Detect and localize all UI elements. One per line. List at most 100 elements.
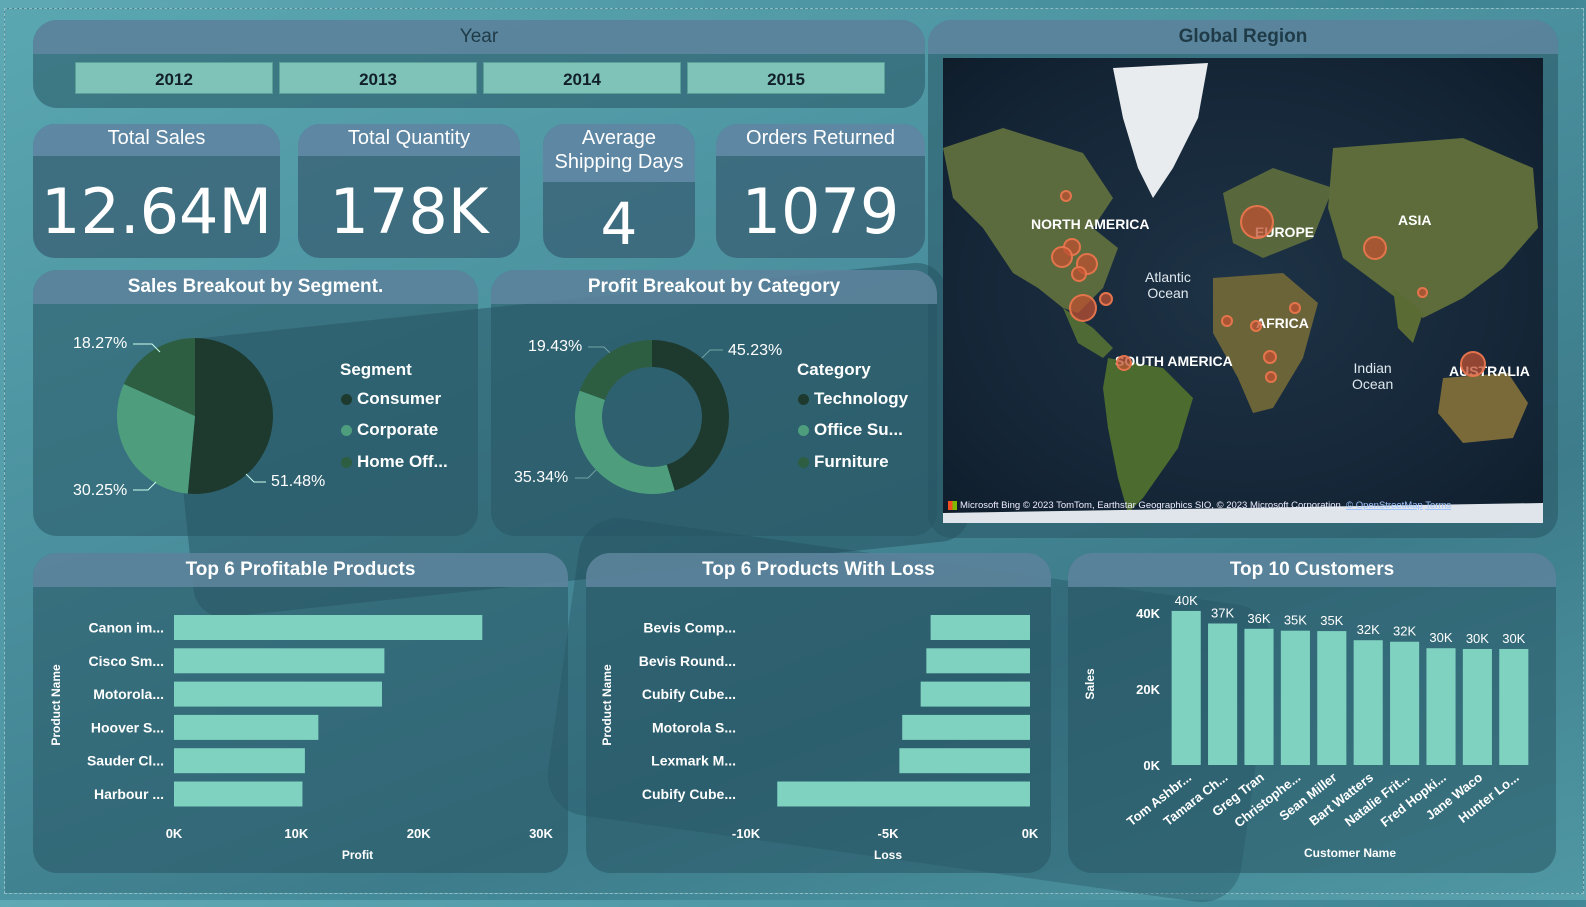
year-button-2014[interactable]: 2014 xyxy=(483,62,681,94)
legend-dot xyxy=(341,457,352,469)
bar[interactable] xyxy=(1317,631,1347,765)
map-bubble[interactable] xyxy=(1051,246,1073,268)
category-tick-label: Lexmark M... xyxy=(651,753,736,769)
kpi-label-line2: Shipping Days xyxy=(554,151,684,173)
world-map[interactable]: NORTH AMERICA EUROPE ASIA AFRICA SOUTH A… xyxy=(943,58,1543,523)
map-bubble[interactable] xyxy=(1069,294,1097,322)
bing-logo-icon xyxy=(948,500,957,510)
map-bubble[interactable] xyxy=(1240,205,1274,239)
map-bubble[interactable] xyxy=(1363,236,1387,260)
map-bubble[interactable] xyxy=(1060,190,1072,202)
legend-dot xyxy=(798,457,809,469)
segment-chart-title: Sales Breakout by Segment. xyxy=(33,270,478,304)
year-button-2013[interactable]: 2013 xyxy=(279,62,477,94)
data-label: 30K xyxy=(1466,631,1489,646)
map-bubble[interactable] xyxy=(1265,371,1277,383)
map-label-north-america: NORTH AMERICA xyxy=(1031,216,1150,232)
kpi-value: 12.64M xyxy=(41,175,272,248)
bar[interactable] xyxy=(1462,648,1492,765)
map-bubble[interactable] xyxy=(1263,350,1277,364)
bar[interactable] xyxy=(1426,648,1456,765)
map-bubble[interactable] xyxy=(1099,292,1113,306)
category-tick-label: Cisco Sm... xyxy=(89,653,164,669)
legend-item-home-office[interactable]: Home Off... xyxy=(341,452,448,472)
bar[interactable] xyxy=(1244,628,1274,765)
bar[interactable] xyxy=(930,615,1030,640)
map-bubble[interactable] xyxy=(1221,315,1233,327)
bar[interactable] xyxy=(899,748,1030,774)
kpi-value: 178K xyxy=(329,175,489,248)
pie-slice-consumer[interactable] xyxy=(187,338,273,494)
kpi-label: Total Sales xyxy=(33,124,280,156)
category-tick-label: Hoover S... xyxy=(91,719,164,735)
bar[interactable] xyxy=(926,648,1030,674)
category-donut-chart[interactable] xyxy=(573,338,731,496)
bar[interactable] xyxy=(174,615,483,640)
kpi-value: 1079 xyxy=(741,175,900,248)
openstreetmap-link[interactable]: © OpenStreetMap xyxy=(1346,500,1423,511)
x-tick-label: 0K xyxy=(1022,826,1039,841)
bar[interactable] xyxy=(1353,640,1383,765)
legend-item-corporate[interactable]: Corporate xyxy=(341,420,438,440)
kpi-total-quantity: Total Quantity 178K xyxy=(298,124,520,258)
legend-label: Corporate xyxy=(357,420,439,439)
bar[interactable] xyxy=(174,648,385,674)
bar[interactable] xyxy=(777,781,1030,807)
kpi-orders-returned: Orders Returned 1079 xyxy=(716,124,925,258)
profitable-products-bar-chart[interactable]: Canon im... Cisco Sm... Motorola... Hoover … xyxy=(33,590,568,870)
map-bubble[interactable] xyxy=(1116,355,1132,371)
bar[interactable] xyxy=(1390,641,1420,765)
x-tick-label: 0K xyxy=(166,826,183,841)
data-label: 32K xyxy=(1357,622,1380,637)
category-tick-label: Cubify Cube... xyxy=(642,686,736,702)
data-label: 30K xyxy=(1502,631,1525,646)
legend-label: Technology xyxy=(814,389,909,408)
map-bubble[interactable] xyxy=(1071,266,1087,282)
bar[interactable] xyxy=(174,781,303,807)
map-bubble[interactable] xyxy=(1289,302,1301,314)
bar[interactable] xyxy=(1171,610,1201,765)
map-landmass xyxy=(943,63,1543,523)
terms-link[interactable]: Terms xyxy=(1425,500,1451,511)
top-customers-bar-chart[interactable]: 0K20K40K40KTom Ashbr...37KTamara Ch...36… xyxy=(1068,590,1556,870)
map-bubble[interactable] xyxy=(1250,320,1262,332)
kpi-label: Orders Returned xyxy=(716,124,925,156)
legend-item-technology[interactable]: Technology xyxy=(798,389,908,409)
y-axis-title: Sales xyxy=(1083,668,1097,700)
y-axis-title: Product Name xyxy=(600,664,614,746)
map-attribution: Microsoft Bing © 2023 TomTom, Earthstar … xyxy=(948,500,1451,511)
bar[interactable] xyxy=(920,681,1030,707)
legend-item-furniture[interactable]: Furniture xyxy=(798,452,889,472)
x-axis-title: Loss xyxy=(874,848,902,862)
bar[interactable] xyxy=(174,714,319,740)
map-bubble[interactable] xyxy=(1417,287,1428,298)
pie-slice-furniture[interactable] xyxy=(579,340,652,400)
bar[interactable] xyxy=(174,748,305,774)
y-tick-label: 40K xyxy=(1136,606,1160,621)
data-label: 35K xyxy=(1320,613,1343,628)
kpi-label: Average Shipping Days xyxy=(543,124,695,182)
bar[interactable] xyxy=(1499,648,1529,765)
loss-chart-title: Top 6 Products With Loss xyxy=(586,553,1051,587)
year-button-2012[interactable]: 2012 xyxy=(75,62,273,94)
x-tick-label: 20K xyxy=(407,826,431,841)
segment-pie-chart[interactable] xyxy=(115,336,275,496)
loss-products-bar-chart[interactable]: Bevis Comp... Bevis Round... Cubify Cube..… xyxy=(586,590,1051,870)
legend-dot xyxy=(798,394,809,406)
segment-pct-label-consumer: 51.48% xyxy=(271,473,326,490)
pie-slice-office-su[interactable] xyxy=(575,390,675,494)
bar[interactable] xyxy=(174,681,382,707)
y-tick-label: 20K xyxy=(1136,682,1160,697)
legend-label: Home Off... xyxy=(357,452,448,471)
bar[interactable] xyxy=(1208,623,1238,765)
legend-item-office-supplies[interactable]: Office Su... xyxy=(798,420,903,440)
map-title: Global Region xyxy=(928,20,1558,54)
map-bubble[interactable] xyxy=(1460,351,1486,377)
bar[interactable] xyxy=(902,714,1030,740)
category-tick-label: Bevis Round... xyxy=(639,653,736,669)
year-button-2015[interactable]: 2015 xyxy=(687,62,885,94)
category-tick-label: Cubify Cube... xyxy=(642,786,736,802)
bar[interactable] xyxy=(1280,630,1310,765)
legend-item-consumer[interactable]: Consumer xyxy=(341,389,441,409)
legend-label: Office Su... xyxy=(814,420,903,439)
